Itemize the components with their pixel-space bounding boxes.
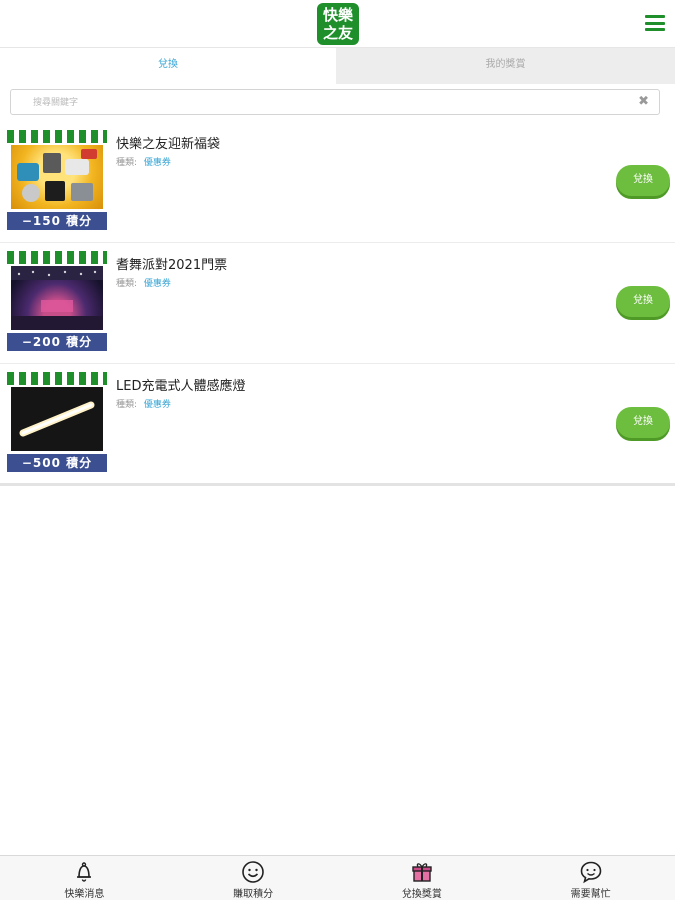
bottom-nav: 快樂消息 賺取積分 兌換獎賞 需要幫忙 <box>0 855 675 900</box>
logo-line-2: 之友 <box>322 24 353 42</box>
reward-thumbnail: −150 積分 <box>7 130 107 230</box>
reward-title: 耆舞派對2021門票 <box>116 258 228 273</box>
category-label: 種類: <box>116 279 138 289</box>
nav-label: 兌換獎賞 <box>401 889 442 900</box>
reward-category: 種類: 優惠券 <box>116 397 171 410</box>
points-cost: −150 積分 <box>7 212 107 230</box>
reward-title: 快樂之友迎新福袋 <box>116 137 221 152</box>
nav-happy-news[interactable]: 快樂消息 <box>0 856 169 900</box>
nav-need-help[interactable]: 需要幫忙 <box>506 856 675 900</box>
app-header: 快樂 之友 <box>0 0 675 47</box>
search-input[interactable] <box>11 91 611 115</box>
category-value: 優惠券 <box>143 400 171 410</box>
app-root: 快樂 之友 兌換 我的獎賞 ✖ <box>0 0 675 900</box>
bell-icon <box>77 862 92 882</box>
awning-decoration <box>7 130 107 143</box>
tab-my-rewards[interactable]: 我的獎賞 <box>336 48 675 84</box>
hamburger-menu-icon[interactable] <box>645 15 665 31</box>
list-item[interactable]: −200 積分 耆舞派對2021門票 種類: 優惠券 兌換 <box>0 243 675 364</box>
nav-label: 賺取積分 <box>233 889 274 900</box>
points-cost: −200 積分 <box>7 333 107 351</box>
reward-thumbnail: −200 積分 <box>7 251 107 351</box>
reward-title: LED充電式人體感應燈 <box>116 379 246 394</box>
category-label: 種類: <box>116 400 138 410</box>
logo-line-1: 快樂 <box>322 6 353 24</box>
close-icon[interactable]: ✖ <box>638 94 649 109</box>
nav-redeem-rewards[interactable]: 兌換獎賞 <box>338 856 507 900</box>
nav-earn-points[interactable]: 賺取積分 <box>169 856 338 900</box>
category-value: 優惠券 <box>143 279 171 289</box>
reward-image <box>11 387 103 451</box>
tab-redeem[interactable]: 兌換 <box>0 48 336 84</box>
reward-image <box>11 266 103 330</box>
search-bar: ✖ <box>10 89 660 115</box>
redeem-button[interactable]: 兌換 <box>616 407 670 438</box>
help-chat-icon <box>580 861 601 884</box>
tab-bar: 兌換 我的獎賞 <box>0 47 675 84</box>
list-item[interactable]: −500 積分 LED充電式人體感應燈 種類: 優惠券 兌換 <box>0 364 675 486</box>
reward-category: 種類: 優惠券 <box>116 155 171 168</box>
redeem-button[interactable]: 兌換 <box>616 165 670 196</box>
reward-list: −150 積分 快樂之友迎新福袋 種類: 優惠券 兌換 −200 積分 耆舞派對… <box>0 122 675 486</box>
smiley-icon <box>242 861 264 883</box>
redeem-button[interactable]: 兌換 <box>616 286 670 317</box>
category-label: 種類: <box>116 158 138 168</box>
gift-icon <box>412 863 432 882</box>
awning-decoration <box>7 372 107 385</box>
reward-image <box>11 145 103 209</box>
reward-category: 種類: 優惠券 <box>116 276 171 289</box>
reward-thumbnail: −500 積分 <box>7 372 107 472</box>
awning-decoration <box>7 251 107 264</box>
points-cost: −500 積分 <box>7 454 107 472</box>
list-item[interactable]: −150 積分 快樂之友迎新福袋 種類: 優惠券 兌換 <box>0 122 675 243</box>
app-logo[interactable]: 快樂 之友 <box>317 3 359 45</box>
nav-label: 需要幫忙 <box>570 889 611 900</box>
category-value: 優惠券 <box>143 158 171 168</box>
nav-label: 快樂消息 <box>64 889 105 900</box>
